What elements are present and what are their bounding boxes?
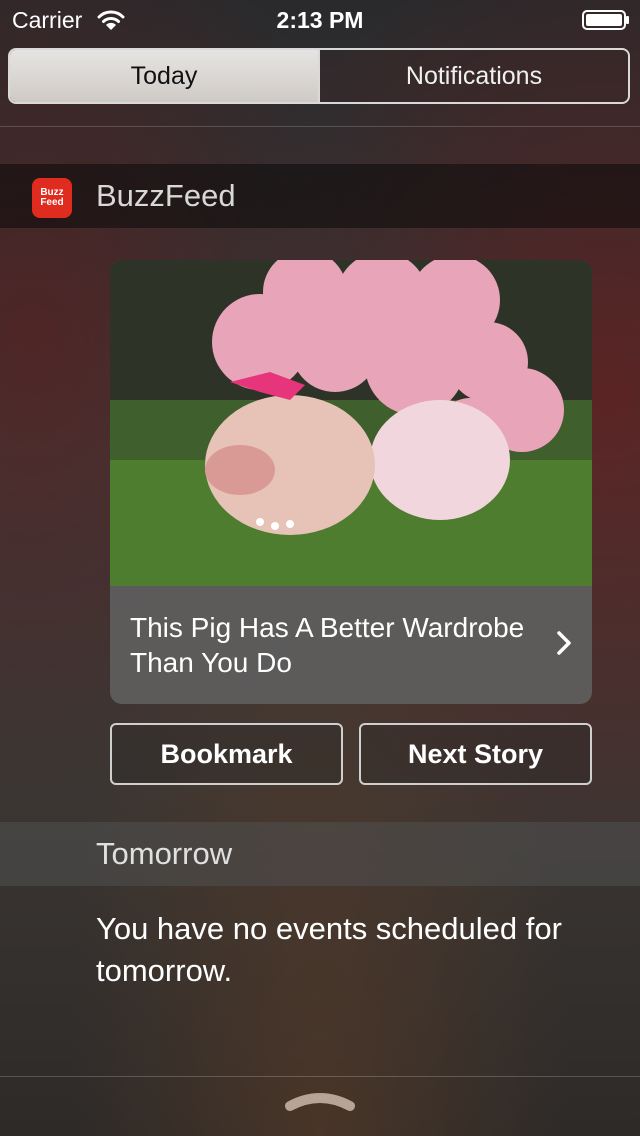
story-image xyxy=(110,260,592,586)
tomorrow-title: Tomorrow xyxy=(96,836,233,871)
chevron-right-icon xyxy=(557,631,571,655)
app-icon-text-line: Feed xyxy=(40,197,64,208)
bookmark-button[interactable]: Bookmark xyxy=(110,723,343,785)
story-headline: This Pig Has A Better Wardrobe Than You … xyxy=(130,612,525,678)
tomorrow-section-header: Tomorrow xyxy=(0,822,640,886)
next-story-button[interactable]: Next Story xyxy=(359,723,592,785)
grabber-icon[interactable] xyxy=(284,1090,356,1114)
buzzfeed-widget-header[interactable]: Buzz Feed BuzzFeed xyxy=(0,164,640,228)
status-bar: Carrier 2:13 PM xyxy=(0,0,640,40)
tab-notifications[interactable]: Notifications xyxy=(318,50,628,102)
divider xyxy=(0,126,640,127)
buzzfeed-app-icon: Buzz Feed xyxy=(32,178,72,218)
tab-today[interactable]: Today xyxy=(10,50,318,102)
widget-title: BuzzFeed xyxy=(96,178,236,213)
view-segmented-control: Today Notifications xyxy=(8,48,630,104)
battery-icon xyxy=(582,10,629,30)
divider xyxy=(0,1076,640,1077)
no-events-message: You have no events scheduled for tomorro… xyxy=(96,911,562,988)
story-card[interactable]: This Pig Has A Better Wardrobe Than You … xyxy=(110,260,592,704)
clock: 2:13 PM xyxy=(276,7,364,33)
